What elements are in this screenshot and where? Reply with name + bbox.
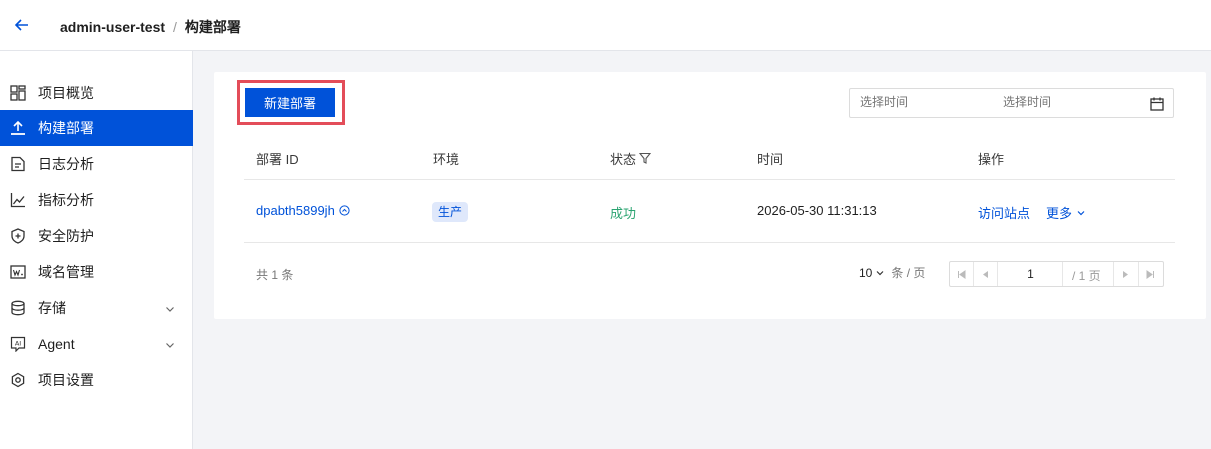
first-page-icon[interactable] — [950, 262, 974, 286]
database-icon — [10, 300, 26, 316]
next-page-icon[interactable] — [1113, 262, 1137, 286]
page-total: / 1 页 — [1072, 269, 1101, 283]
visit-site-link[interactable]: 访问站点 — [978, 203, 1030, 222]
log-icon — [10, 156, 26, 172]
sidebar-item-metrics[interactable]: 指标分析 — [0, 182, 193, 218]
new-deploy-button[interactable]: 新建部署 — [245, 88, 335, 117]
page-size-unit: 条 / 页 — [891, 266, 926, 280]
page-size-select[interactable]: 10 条 / 页 — [859, 264, 925, 281]
svg-text:AI: AI — [15, 340, 21, 348]
sidebar-item-label: 指标分析 — [38, 192, 94, 208]
dashboard-icon — [10, 85, 26, 101]
sidebar-item-security[interactable]: 安全防护 — [0, 218, 193, 254]
settings-icon — [10, 372, 26, 388]
sidebar-item-label: 安全防护 — [38, 228, 94, 244]
breadcrumb-current: 构建部署 — [184, 19, 241, 35]
table-header-divider — [244, 179, 1175, 180]
breadcrumb-separator: / — [173, 19, 177, 35]
sidebar-item-deploy[interactable]: 构建部署 — [0, 110, 193, 146]
page-number-input[interactable] — [999, 262, 1063, 286]
sidebar: 项目概览 构建部署 日志分析 指标分析 安全防护 域名管理 存储 AI Agen… — [0, 51, 193, 449]
env-tag: 生产 — [432, 202, 469, 222]
sidebar-item-label: 日志分析 — [38, 156, 94, 172]
more-label: 更多 — [1046, 206, 1073, 221]
ai-icon: AI — [10, 336, 26, 353]
more-dropdown[interactable]: 更多 — [1046, 203, 1086, 222]
table-row-divider — [244, 242, 1175, 243]
column-header-status: 状态 — [610, 152, 637, 167]
column-header-time: 时间 — [757, 152, 784, 167]
deploy-id: dpabth5899jh — [256, 203, 335, 218]
date-end-input[interactable] — [1003, 95, 1113, 109]
domain-icon — [10, 264, 26, 280]
column-header-actions: 操作 — [978, 152, 1005, 167]
last-page-icon[interactable] — [1138, 262, 1162, 286]
date-start-input[interactable] — [860, 95, 970, 109]
prev-page-icon[interactable] — [974, 262, 998, 286]
sidebar-item-logs[interactable]: 日志分析 — [0, 146, 193, 182]
total-count: 共 1 条 — [256, 268, 294, 282]
breadcrumb: admin-user-test / 构建部署 — [60, 17, 241, 37]
column-header-id: 部署 ID — [256, 152, 299, 167]
date-range-picker[interactable] — [849, 88, 1174, 118]
shield-icon — [10, 228, 26, 244]
pagination: / 1 页 — [949, 261, 1164, 287]
sidebar-item-storage[interactable]: 存储 — [0, 290, 193, 326]
sidebar-item-label: Agent — [38, 336, 75, 352]
sidebar-item-label: 域名管理 — [38, 264, 94, 280]
deploy-id-link[interactable]: dpabth5899jh — [256, 203, 350, 218]
page-size-value: 10 — [859, 265, 873, 280]
top-bar: admin-user-test / 构建部署 — [0, 0, 1211, 51]
sidebar-item-label: 项目设置 — [38, 372, 94, 388]
breadcrumb-project[interactable]: admin-user-test — [60, 19, 165, 35]
upload-icon — [10, 120, 26, 136]
expand-circle-icon[interactable] — [339, 205, 350, 216]
chevron-down-icon[interactable] — [164, 338, 176, 350]
sidebar-item-label: 存储 — [38, 300, 66, 316]
chevron-down-icon — [875, 268, 885, 278]
chevron-down-icon[interactable] — [164, 302, 176, 314]
sidebar-item-label: 构建部署 — [38, 120, 94, 136]
status-badge: 成功 — [610, 206, 637, 221]
deploy-time: 2026-05-30 11:31:13 — [757, 203, 877, 218]
calendar-icon[interactable] — [1149, 96, 1165, 112]
chart-line-icon — [10, 192, 26, 208]
sidebar-item-overview[interactable]: 项目概览 — [0, 75, 193, 111]
sidebar-item-settings[interactable]: 项目设置 — [0, 362, 193, 398]
chevron-down-icon — [1076, 208, 1086, 218]
sidebar-item-label: 项目概览 — [38, 85, 94, 101]
sidebar-item-agent[interactable]: AI Agent — [0, 326, 193, 362]
column-header-env: 环境 — [433, 152, 460, 167]
back-arrow-icon[interactable] — [12, 16, 32, 34]
sidebar-item-domains[interactable]: 域名管理 — [0, 254, 193, 290]
filter-icon[interactable] — [638, 151, 652, 164]
